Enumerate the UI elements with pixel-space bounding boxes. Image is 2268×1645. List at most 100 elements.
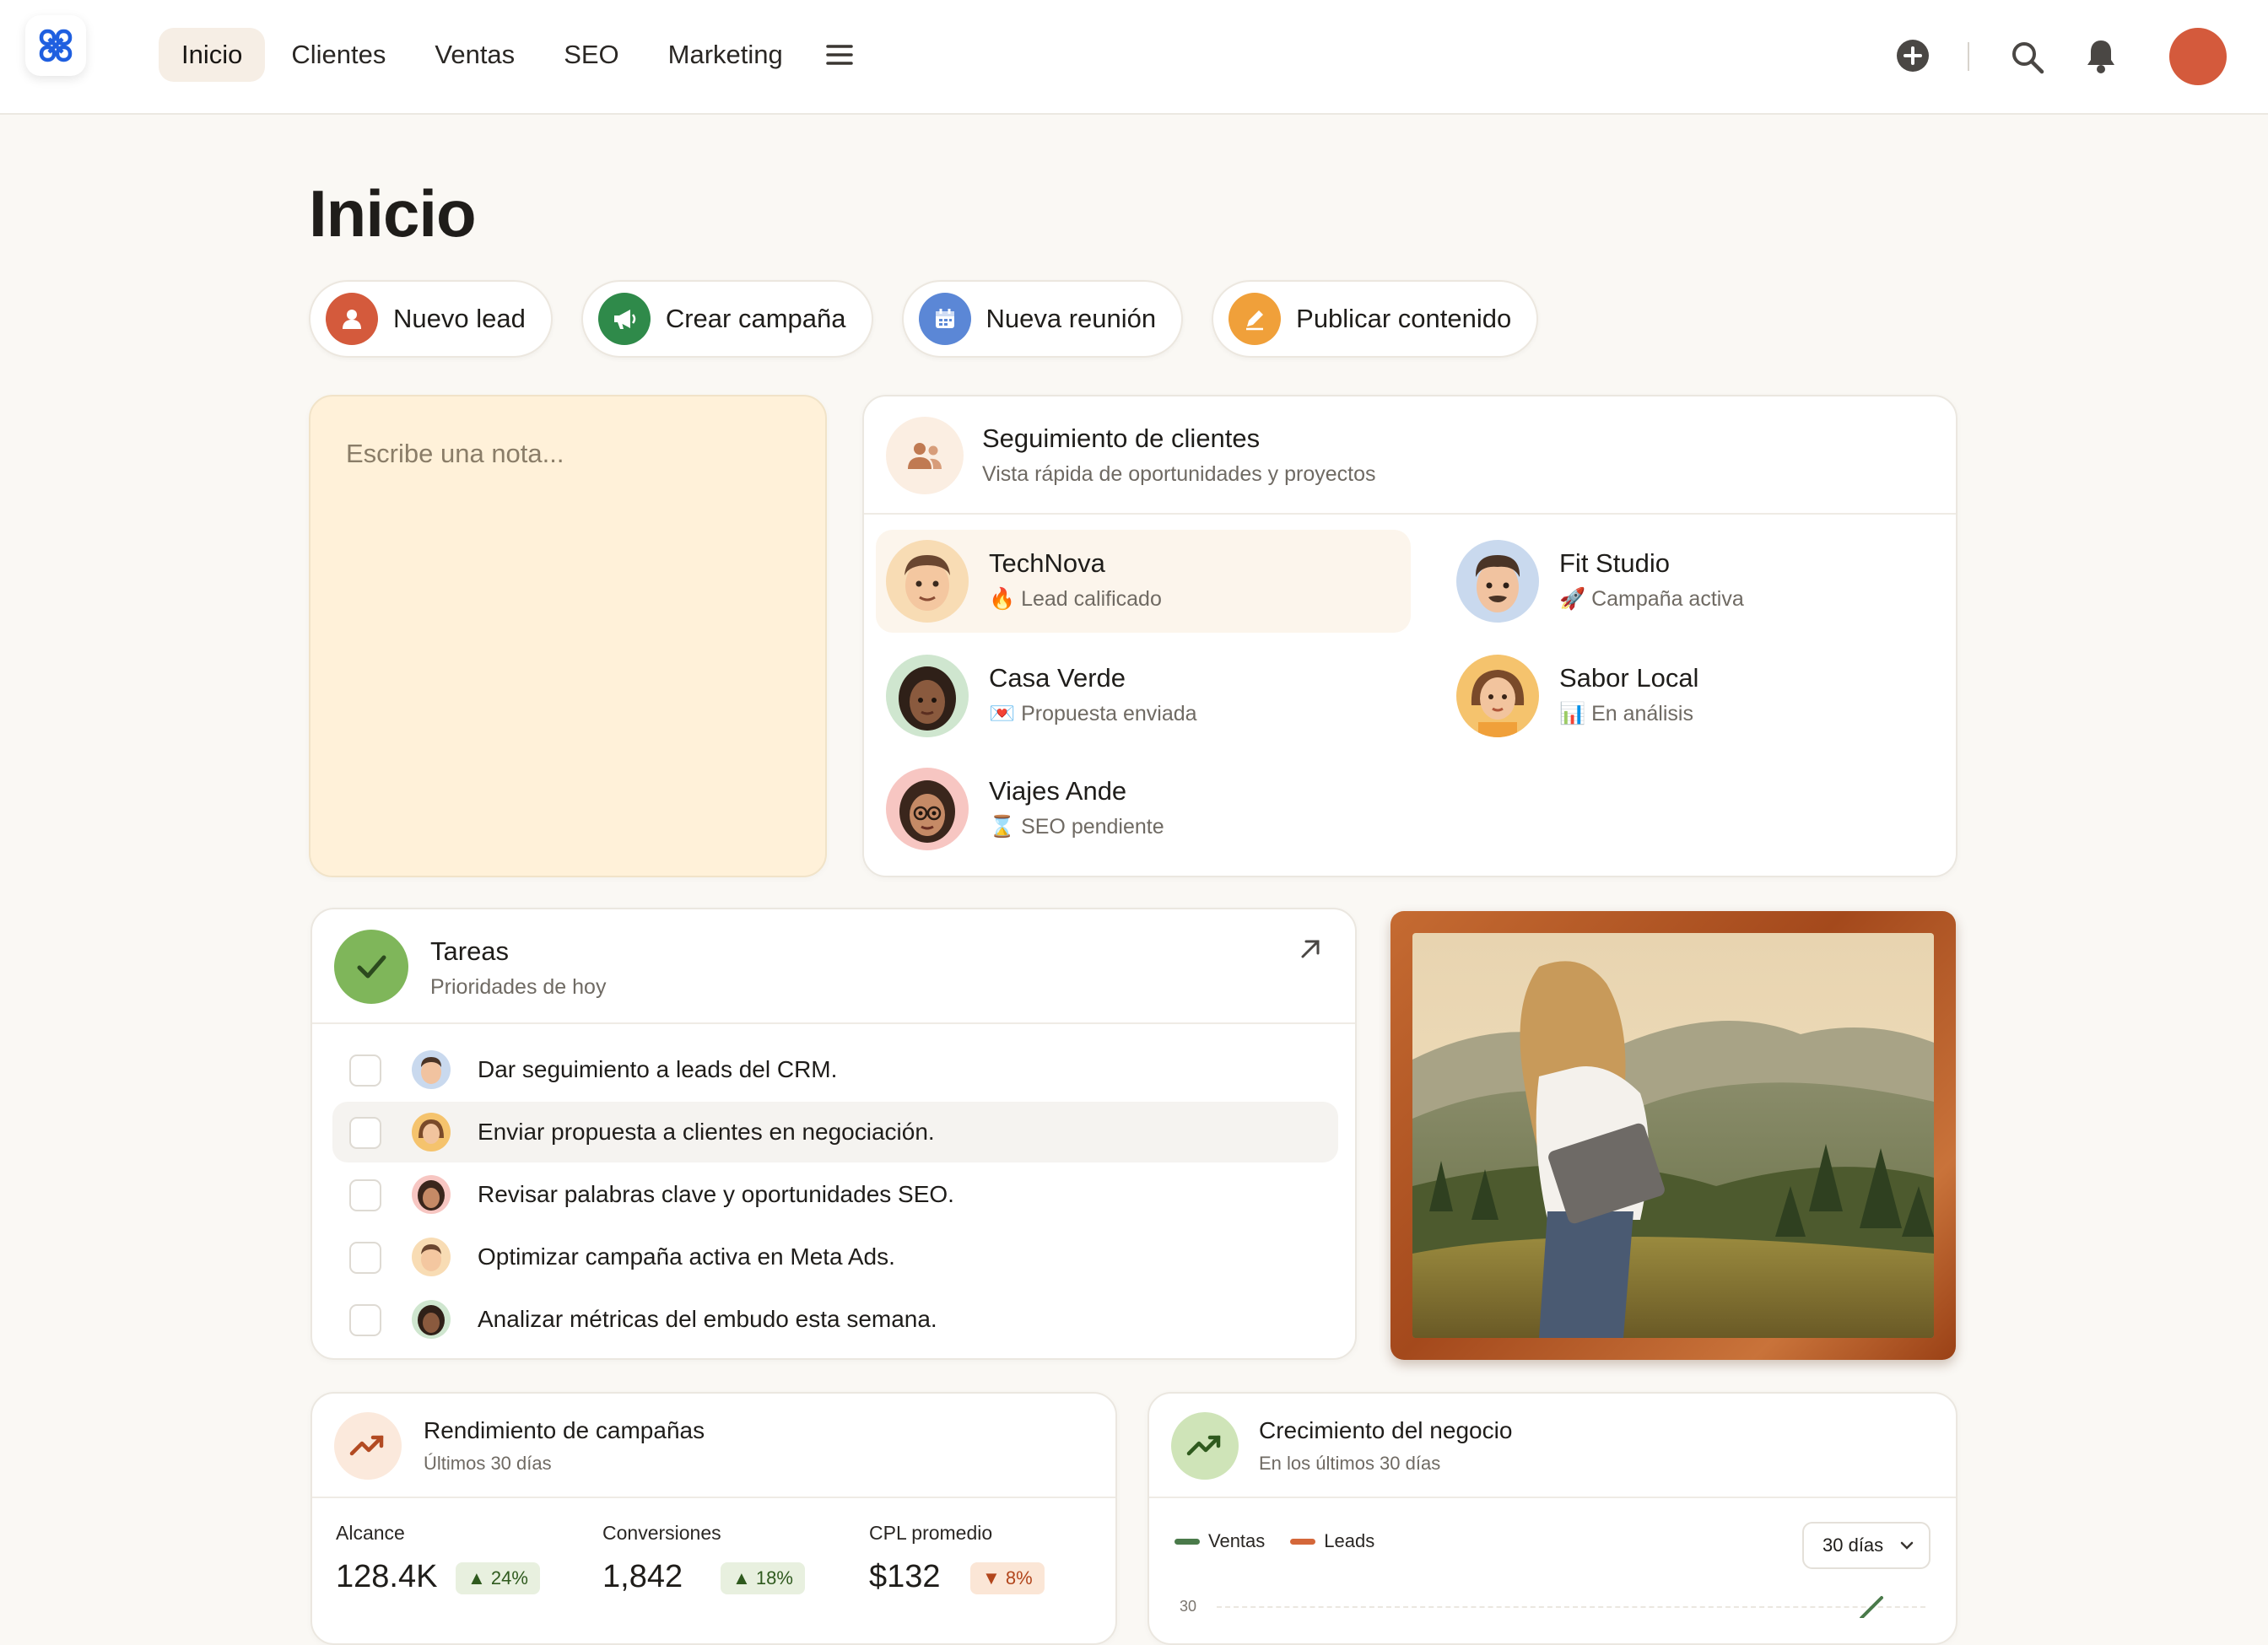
avatar xyxy=(412,1175,451,1214)
publish-content-label: Publicar contenido xyxy=(1296,304,1512,333)
avatar xyxy=(412,1050,451,1089)
client-name: Sabor Local xyxy=(1559,663,1699,693)
note-input[interactable]: Escribe una nota... xyxy=(346,439,564,469)
client-fit-studio[interactable]: Fit Studio 🚀 Campaña activa xyxy=(1446,530,1919,633)
client-status: 📊 En análisis xyxy=(1559,702,1693,725)
task-text: Optimizar campaña activa en Meta Ads. xyxy=(478,1243,895,1270)
tasks-title: Tareas xyxy=(430,936,510,966)
user-avatar[interactable] xyxy=(2169,28,2227,85)
create-campaign-button[interactable]: Crear campaña xyxy=(580,280,873,358)
avatar xyxy=(412,1113,451,1152)
client-status: 💌 Propuesta enviada xyxy=(989,702,1197,725)
nav-item-clientes[interactable]: Clientes xyxy=(268,28,408,82)
campaign-performance-card: Rendimiento de campañas Últimos 30 días … xyxy=(310,1392,1117,1645)
megaphone-icon xyxy=(597,293,651,345)
task-checkbox[interactable] xyxy=(349,1054,381,1087)
business-growth-subtitle: En los últimos 30 días xyxy=(1259,1453,1441,1474)
new-meeting-button[interactable]: Nueva reunión xyxy=(901,280,1184,358)
chart-line-ventas xyxy=(1860,1596,1883,1618)
avatar xyxy=(1456,655,1539,737)
hamburger-menu-button[interactable] xyxy=(809,28,870,82)
metric-change-badge: ▲ 18% xyxy=(721,1562,805,1594)
add-button[interactable] xyxy=(1889,32,1936,79)
client-viajes-ande[interactable]: Viajes Ande ⌛ SEO pendiente xyxy=(876,758,1411,860)
task-item[interactable]: Analizar métricas del embudo esta semana… xyxy=(332,1289,1338,1350)
task-item[interactable]: Optimizar campaña activa en Meta Ads. xyxy=(332,1227,1338,1287)
client-status: 🚀 Campaña activa xyxy=(1559,587,1744,611)
campaign-performance-subtitle: Últimos 30 días xyxy=(424,1453,552,1474)
publish-content-button[interactable]: Publicar contenido xyxy=(1212,280,1539,358)
tasks-header: Tareas Prioridades de hoy xyxy=(312,909,1355,1024)
gridline xyxy=(1217,1606,1925,1608)
new-lead-button[interactable]: Nuevo lead xyxy=(309,280,553,358)
nav-item-seo[interactable]: SEO xyxy=(541,28,641,82)
task-item[interactable]: Enviar propuesta a clientes en negociaci… xyxy=(332,1102,1338,1162)
app-logo[interactable] xyxy=(25,15,86,76)
client-sabor-local[interactable]: Sabor Local 📊 En análisis xyxy=(1446,645,1919,747)
avatar xyxy=(886,540,969,623)
page-title: Inicio xyxy=(309,176,477,251)
search-icon xyxy=(2012,42,2044,74)
client-casa-verde[interactable]: Casa Verde 💌 Propuesta enviada xyxy=(876,645,1411,747)
client-status: ⌛ SEO pendiente xyxy=(989,815,1164,839)
pencil-icon xyxy=(1228,293,1282,345)
check-icon xyxy=(334,930,408,1004)
main-nav: Inicio Clientes Ventas SEO Marketing xyxy=(159,28,870,82)
note-card[interactable]: Escribe una nota... xyxy=(309,395,827,877)
task-checkbox[interactable] xyxy=(349,1242,381,1274)
client-tracking-title: Seguimiento de clientes xyxy=(982,423,1261,453)
task-item[interactable]: Dar seguimiento a leads del CRM. xyxy=(332,1039,1338,1100)
plus-circle-icon xyxy=(1897,40,1929,72)
nav-item-inicio[interactable]: Inicio xyxy=(159,28,266,82)
business-growth-header: Crecimiento del negocio En los últimos 3… xyxy=(1149,1394,1956,1498)
expand-button[interactable] xyxy=(1296,935,1330,968)
metric-change-badge: ▲ 24% xyxy=(456,1562,540,1594)
client-technova[interactable]: TechNova 🔥 Lead calificado xyxy=(876,530,1411,633)
user-icon xyxy=(326,293,378,345)
campaign-performance-title: Rendimiento de campañas xyxy=(424,1417,705,1443)
toolbar-divider xyxy=(1968,42,1969,71)
client-name: Fit Studio xyxy=(1559,548,1670,578)
avatar xyxy=(886,768,969,850)
metric-label: Conversiones xyxy=(602,1522,721,1544)
new-meeting-label: Nueva reunión xyxy=(986,304,1157,333)
client-name: Viajes Ande xyxy=(989,776,1127,806)
task-checkbox[interactable] xyxy=(349,1179,381,1211)
task-checkbox[interactable] xyxy=(349,1117,381,1149)
metric-value: 128.4K xyxy=(336,1559,438,1594)
bell-icon xyxy=(2087,40,2114,73)
task-text: Dar seguimiento a leads del CRM. xyxy=(478,1056,838,1082)
range-select[interactable]: 30 días xyxy=(1802,1522,1930,1569)
calendar-icon xyxy=(918,293,971,345)
campaign-performance-header: Rendimiento de campañas Últimos 30 días xyxy=(312,1394,1115,1498)
quick-actions: Nuevo lead Crear campaña Nueva reunión P… xyxy=(309,280,1539,358)
client-status: 🔥 Lead calificado xyxy=(989,587,1162,611)
avatar xyxy=(412,1300,451,1339)
users-icon xyxy=(886,417,964,494)
tasks-subtitle: Prioridades de hoy xyxy=(430,975,607,999)
metric-label: CPL promedio xyxy=(869,1522,993,1544)
nav-item-ventas[interactable]: Ventas xyxy=(412,28,537,82)
legend-item-leads: Leads xyxy=(1290,1530,1374,1552)
new-lead-label: Nuevo lead xyxy=(393,304,526,333)
metric-label: Alcance xyxy=(336,1522,405,1544)
client-tracking-header: Seguimiento de clientes Vista rápida de … xyxy=(864,396,1956,515)
avatar xyxy=(412,1238,451,1276)
notifications-button[interactable] xyxy=(2077,32,2125,79)
avatar xyxy=(886,655,969,737)
nav-item-marketing[interactable]: Marketing xyxy=(645,28,806,82)
task-checkbox[interactable] xyxy=(349,1304,381,1336)
metric-value: $132 xyxy=(869,1559,941,1594)
search-button[interactable] xyxy=(2004,34,2051,81)
trend-up-icon xyxy=(334,1412,402,1480)
chevron-down-icon xyxy=(1900,1541,1914,1550)
range-select-value: 30 días xyxy=(1822,1534,1884,1556)
client-tracking-card: Seguimiento de clientes Vista rápida de … xyxy=(862,395,1958,877)
metric-value: 1,842 xyxy=(602,1559,683,1594)
business-growth-title: Crecimiento del negocio xyxy=(1259,1417,1513,1443)
task-item[interactable]: Revisar palabras clave y oportunidades S… xyxy=(332,1164,1338,1225)
tasks-card: Tareas Prioridades de hoy Dar seguimient… xyxy=(310,908,1357,1360)
task-text: Enviar propuesta a clientes en negociaci… xyxy=(478,1119,935,1145)
legend-item-ventas: Ventas xyxy=(1174,1530,1265,1552)
create-campaign-label: Crear campaña xyxy=(665,304,846,333)
